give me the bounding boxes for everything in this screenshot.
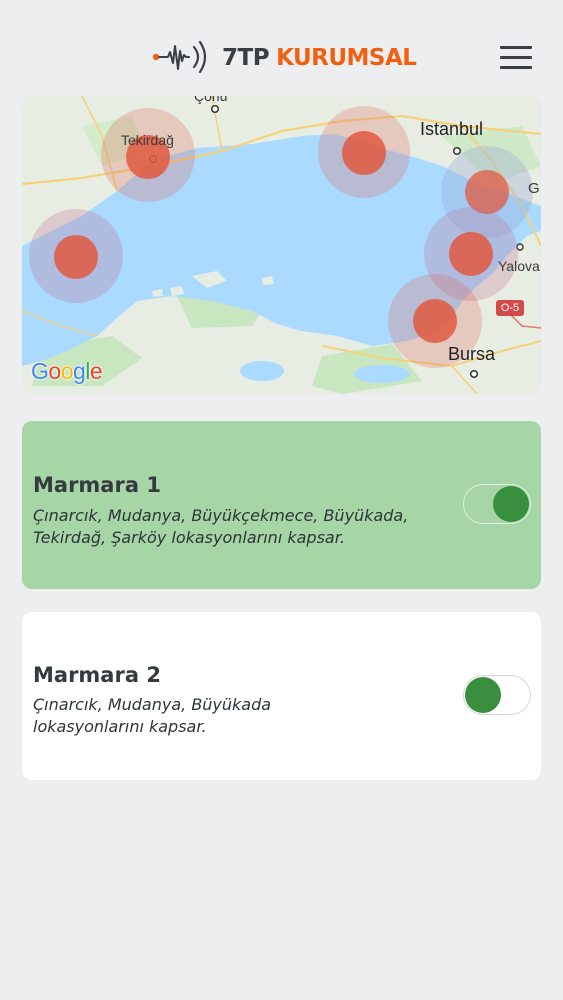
marker-tekirdag[interactable] bbox=[101, 108, 195, 202]
google-attribution-logo[interactable]: Google bbox=[31, 358, 103, 385]
region-toggle-switch[interactable] bbox=[463, 675, 531, 715]
region-description: Çınarcık, Mudanya, Büyükçekmece, Büyükad… bbox=[33, 506, 409, 547]
toggle-knob bbox=[493, 486, 529, 522]
marker-buyukcekmece[interactable] bbox=[318, 106, 410, 198]
map-label-g: G bbox=[528, 180, 540, 197]
map-label-tekirdag: Tekirdağ bbox=[121, 132, 174, 148]
region-title: Marmara 2 bbox=[33, 663, 161, 687]
map-label-istanbul: Istanbul bbox=[420, 119, 484, 139]
marker-sarkoy[interactable] bbox=[29, 209, 123, 303]
region-card-marmara-2[interactable]: Marmara 2 Çınarcık, Mudanya, Büyükada lo… bbox=[22, 612, 541, 780]
logo-word: KURUMSAL bbox=[276, 45, 417, 71]
map-label-bursa: Bursa bbox=[448, 344, 496, 364]
hamburger-menu-icon[interactable] bbox=[498, 44, 534, 70]
region-toggle-switch[interactable] bbox=[463, 484, 531, 524]
logo-number: 7TP bbox=[222, 45, 270, 71]
seismograph-logo-icon bbox=[152, 40, 207, 74]
map-label-corlu: Çorlu bbox=[194, 96, 228, 104]
map-label-yalova: Yalova bbox=[498, 258, 540, 274]
road-badge: O-5 bbox=[496, 300, 524, 316]
app-logo: 7TP KURUMSAL bbox=[152, 38, 417, 78]
region-title: Marmara 1 bbox=[33, 473, 161, 497]
region-description: Çınarcık, Mudanya, Büyükada lokasyonları… bbox=[33, 695, 272, 736]
region-card-marmara-1[interactable]: Marmara 1 Çınarcık, Mudanya, Büyükçekmec… bbox=[22, 421, 541, 589]
app-header: 7TP KURUMSAL bbox=[0, 0, 563, 96]
region-map[interactable]: Çorlu Tekirdağ Istanbul G Yalova O-5 Bur… bbox=[22, 96, 541, 394]
toggle-knob bbox=[465, 677, 501, 713]
